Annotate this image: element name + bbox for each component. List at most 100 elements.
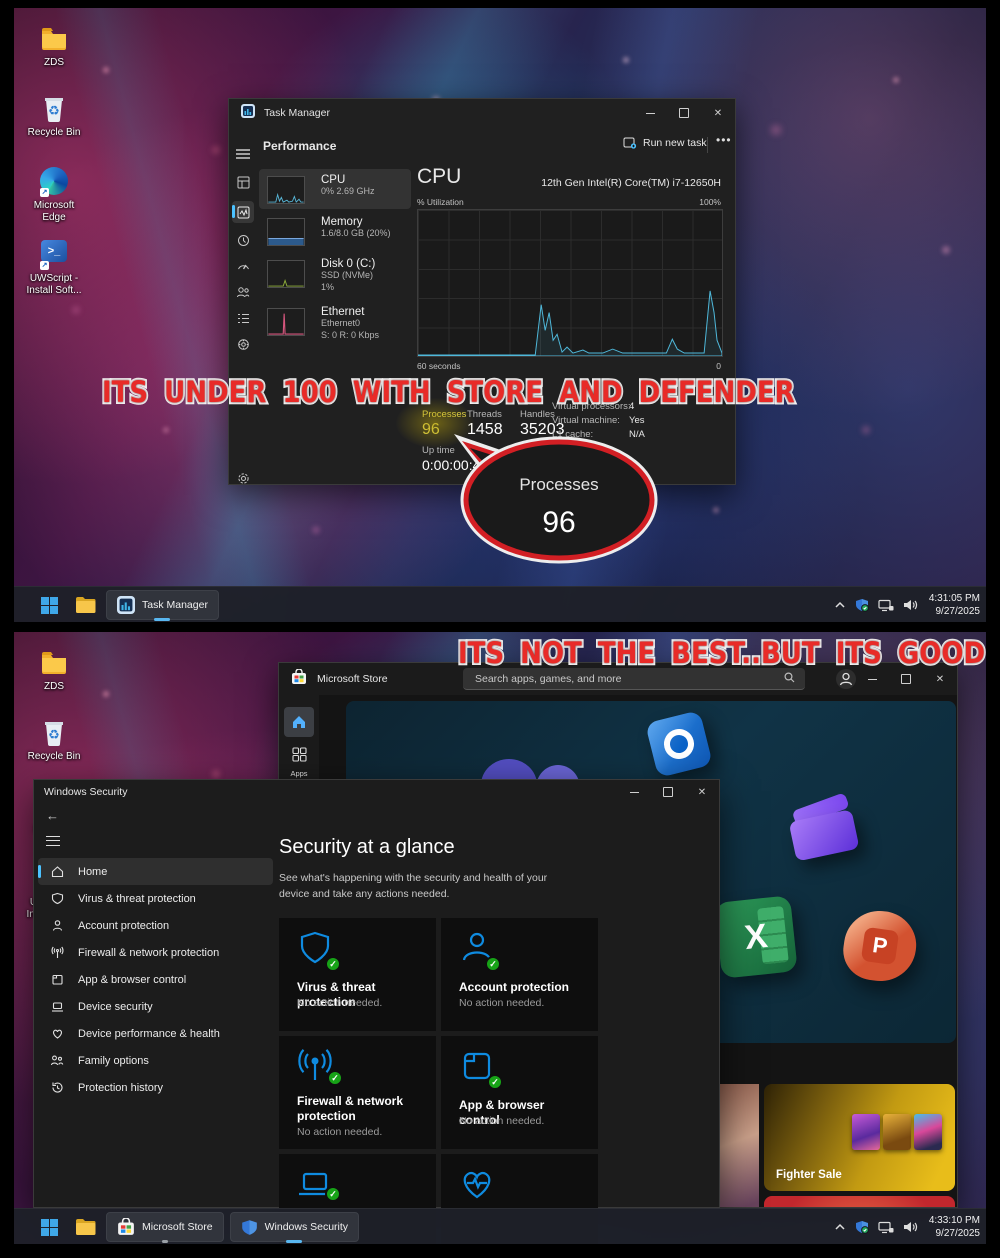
- cpu-sparkline: [267, 176, 305, 204]
- performance-icon[interactable]: [232, 201, 254, 223]
- taskbar-clock[interactable]: 4:33:10 PM 9/27/2025: [929, 1214, 980, 1240]
- shield-icon: [297, 930, 341, 972]
- store-card-red[interactable]: [764, 1196, 955, 1207]
- back-button[interactable]: ←: [46, 808, 59, 823]
- services-icon[interactable]: [234, 335, 252, 353]
- tray-chevron-icon[interactable]: [834, 1222, 846, 1232]
- security-titlebar[interactable]: Windows Security: [34, 780, 719, 804]
- tray-chevron-icon[interactable]: [834, 600, 846, 610]
- start-button[interactable]: [34, 590, 64, 620]
- details-icon[interactable]: [234, 309, 252, 327]
- panel-name: Disk 0 (C:): [321, 258, 376, 270]
- menu-icon[interactable]: [234, 145, 252, 163]
- apps-grid-icon: [291, 747, 307, 762]
- close-button[interactable]: [701, 100, 735, 126]
- desktop-icon-zds[interactable]: ZDS: [24, 648, 84, 693]
- tray-security-shield-icon[interactable]: [855, 1220, 869, 1234]
- tile-app-browser[interactable]: App & browser control No action needed.: [441, 1036, 598, 1149]
- store-nav-apps[interactable]: Apps: [279, 747, 319, 778]
- nav-item-app-browser[interactable]: App & browser control: [38, 966, 273, 993]
- nav-item-family-options[interactable]: Family options: [38, 1047, 273, 1074]
- panel-ethernet[interactable]: Ethernet Ethernet0 S: 0 R: 0 Kbps: [259, 301, 411, 347]
- nav-item-device-security[interactable]: Device security: [38, 993, 273, 1020]
- clock-date: 9/27/2025: [935, 606, 981, 617]
- panel-disk[interactable]: Disk 0 (C:) SSD (NVMe) 1%: [259, 253, 411, 299]
- tray-network-icon[interactable]: [878, 1221, 894, 1234]
- panel-detail2: 1%: [321, 281, 335, 292]
- active-app-indicator: [154, 618, 171, 621]
- file-explorer-button[interactable]: [70, 1212, 100, 1242]
- task-manager-icon: [241, 103, 255, 123]
- nav-item-performance-health[interactable]: Device performance & health: [38, 1020, 273, 1047]
- clock-time: 4:31:05 PM: [928, 593, 980, 604]
- taskbar-clock[interactable]: 4:31:05 PM 9/27/2025: [929, 592, 980, 618]
- desktop-icon-recycle-bin[interactable]: ♻ Recycle Bin: [24, 718, 84, 763]
- annotation-caption-top: ITS UNDER 100 WITH STORE AND DEFENDER: [100, 374, 797, 412]
- desktop-icon-recycle-bin[interactable]: ♻ Recycle Bin: [24, 94, 84, 139]
- minimize-button[interactable]: [617, 779, 651, 805]
- desktop-icon-uwscript[interactable]: >_↗ UWScript - Install Soft...: [24, 236, 84, 296]
- folder-icon: [39, 648, 69, 678]
- tile-virus-threat[interactable]: Virus & threat protection No action need…: [279, 918, 436, 1031]
- settings-icon[interactable]: [234, 469, 252, 487]
- taskbar-app-task-manager[interactable]: Task Manager: [106, 590, 219, 621]
- security-shield-icon: [241, 1219, 257, 1235]
- history-icon: [50, 1081, 64, 1094]
- tray-security-shield-icon[interactable]: [855, 598, 869, 612]
- users-icon[interactable]: [234, 283, 252, 301]
- annotation-caption-bottom: ITS NOT THE BEST..BUT ITS GOOD: [456, 635, 986, 673]
- nav-item-firewall[interactable]: Firewall & network protection: [38, 939, 273, 966]
- powerpoint-icon: P: [839, 906, 921, 986]
- nav-label: Device security: [78, 1000, 153, 1013]
- maximize-button[interactable]: [651, 779, 685, 805]
- account-icon[interactable]: [835, 668, 857, 695]
- run-new-task-label: Run new task: [643, 137, 707, 149]
- person-icon: [50, 919, 64, 932]
- recycle-bin-icon: ♻: [39, 718, 69, 748]
- app-window-icon: [459, 1048, 503, 1090]
- tray-volume-icon[interactable]: [903, 1221, 918, 1233]
- processes-icon[interactable]: [234, 173, 252, 191]
- more-options-icon[interactable]: •••: [716, 133, 732, 147]
- tile-account-protection[interactable]: Account protection No action needed.: [441, 918, 598, 1031]
- panel-cpu[interactable]: CPU 0% 2.69 GHz: [259, 169, 411, 209]
- app-window-icon: [50, 973, 64, 986]
- nav-item-virus-threat[interactable]: Virus & threat protection: [38, 885, 273, 912]
- task-manager-icon: [117, 596, 135, 614]
- close-button[interactable]: [685, 779, 719, 805]
- minimize-button[interactable]: [633, 100, 667, 126]
- nav-item-account[interactable]: Account protection: [38, 912, 273, 939]
- tile-firewall-network[interactable]: Firewall & network protection No action …: [279, 1036, 436, 1149]
- app-history-icon[interactable]: [234, 231, 252, 249]
- store-card-fighter-sale[interactable]: Fighter Sale: [764, 1084, 955, 1191]
- menu-icon[interactable]: [46, 836, 60, 846]
- desktop-icon-zds[interactable]: ZDS: [24, 24, 84, 69]
- panel-memory[interactable]: Memory 1.6/8.0 GB (20%): [259, 211, 411, 251]
- desktop-icon-label: ZDS: [44, 681, 64, 692]
- desktop-icon-label: UWScript - Install Soft...: [26, 273, 82, 296]
- maximize-button[interactable]: [667, 100, 701, 126]
- task-manager-titlebar[interactable]: Task Manager: [229, 99, 735, 127]
- home-icon: [293, 716, 305, 728]
- folder-icon: [39, 24, 69, 54]
- nav-item-home[interactable]: Home: [38, 858, 273, 885]
- start-button[interactable]: [34, 1212, 64, 1242]
- desktop-icon-edge[interactable]: ↗ Microsoft Edge: [24, 166, 84, 223]
- callout-label: Processes: [519, 475, 598, 494]
- taskbar-app-windows-security[interactable]: Windows Security: [229, 1212, 360, 1243]
- nav-label: Firewall & network protection: [78, 946, 220, 959]
- startup-apps-icon[interactable]: [234, 257, 252, 275]
- family-icon: [50, 1054, 64, 1067]
- store-nav-home[interactable]: [284, 707, 314, 737]
- tray-volume-icon[interactable]: [903, 599, 918, 611]
- nav-label: Device performance & health: [78, 1027, 220, 1040]
- nav-item-protection-history[interactable]: Protection history: [38, 1074, 273, 1101]
- taskbar-app-microsoft-store[interactable]: Microsoft Store: [106, 1212, 224, 1243]
- run-new-task-button[interactable]: Run new task: [623, 137, 707, 149]
- composite-image: ZDS ♻ Recycle Bin ↗ Microsoft Edge >_ ↗ U…: [0, 0, 1000, 1258]
- tray-network-icon[interactable]: [878, 599, 894, 612]
- green-check-icon: [327, 1070, 343, 1086]
- file-explorer-button[interactable]: [70, 590, 100, 620]
- store-search-input[interactable]: Search apps, games, and more: [463, 668, 805, 690]
- desktop-icon-label: Microsoft Edge: [33, 200, 75, 223]
